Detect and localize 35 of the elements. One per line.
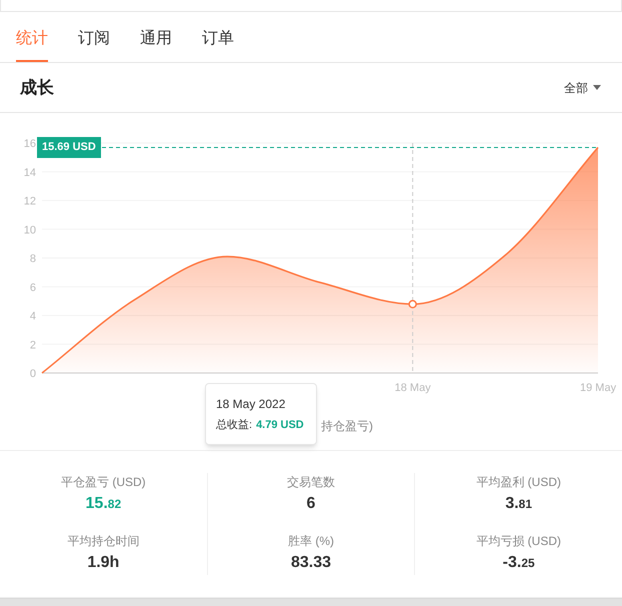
max-value-badge: 15.69 USD xyxy=(37,137,101,158)
x-tick-label: 18 May xyxy=(394,382,431,394)
y-tick-label: 8 xyxy=(30,253,36,266)
y-tick-label: 4 xyxy=(30,310,36,323)
stat-label: 交易笔数 xyxy=(287,474,335,492)
legend-text: 持仓盈亏) xyxy=(321,418,373,436)
hover-point xyxy=(408,300,417,308)
range-dropdown[interactable]: 全部 xyxy=(564,78,602,97)
y-tick-label: 0 xyxy=(30,368,36,380)
caret-icon xyxy=(593,85,601,90)
stat-value: 6 xyxy=(306,494,316,514)
tab[interactable]: 订阅 xyxy=(78,29,110,62)
tooltip-label: 总收益: xyxy=(216,418,252,434)
y-tick-label: 16 xyxy=(24,138,36,150)
y-tick-label: 6 xyxy=(30,282,36,294)
stat-value: -3.25 xyxy=(502,553,535,574)
stat-value: 1.9h xyxy=(87,553,120,574)
stat-label: 平均盈利 (USD) xyxy=(476,474,562,492)
tab[interactable]: 订单 xyxy=(202,29,234,62)
stat-value: 15.82 xyxy=(86,494,122,514)
stat-value: 83.33 xyxy=(290,553,332,574)
tooltip-value: 4.79 USD xyxy=(256,418,304,434)
stat-label: 胜率 (%) xyxy=(288,533,334,550)
stat-label: 平均持仓时间 xyxy=(67,533,140,550)
x-tick-label: 19 May xyxy=(580,382,616,394)
y-tick-label: 10 xyxy=(24,224,36,236)
stat-label: 平仓盈亏 (USD) xyxy=(61,474,146,492)
y-tick-label: 14 xyxy=(24,166,36,179)
y-tick-label: 12 xyxy=(24,196,36,208)
stat-label: 平均亏损 (USD) xyxy=(476,533,562,550)
tab[interactable]: 通用 xyxy=(140,29,172,62)
stat-value: 3.81 xyxy=(505,494,532,514)
tooltip-date: 18 May 2022 xyxy=(216,396,286,414)
y-tick-label: 2 xyxy=(30,339,36,352)
section-title: 成长 xyxy=(20,76,54,99)
